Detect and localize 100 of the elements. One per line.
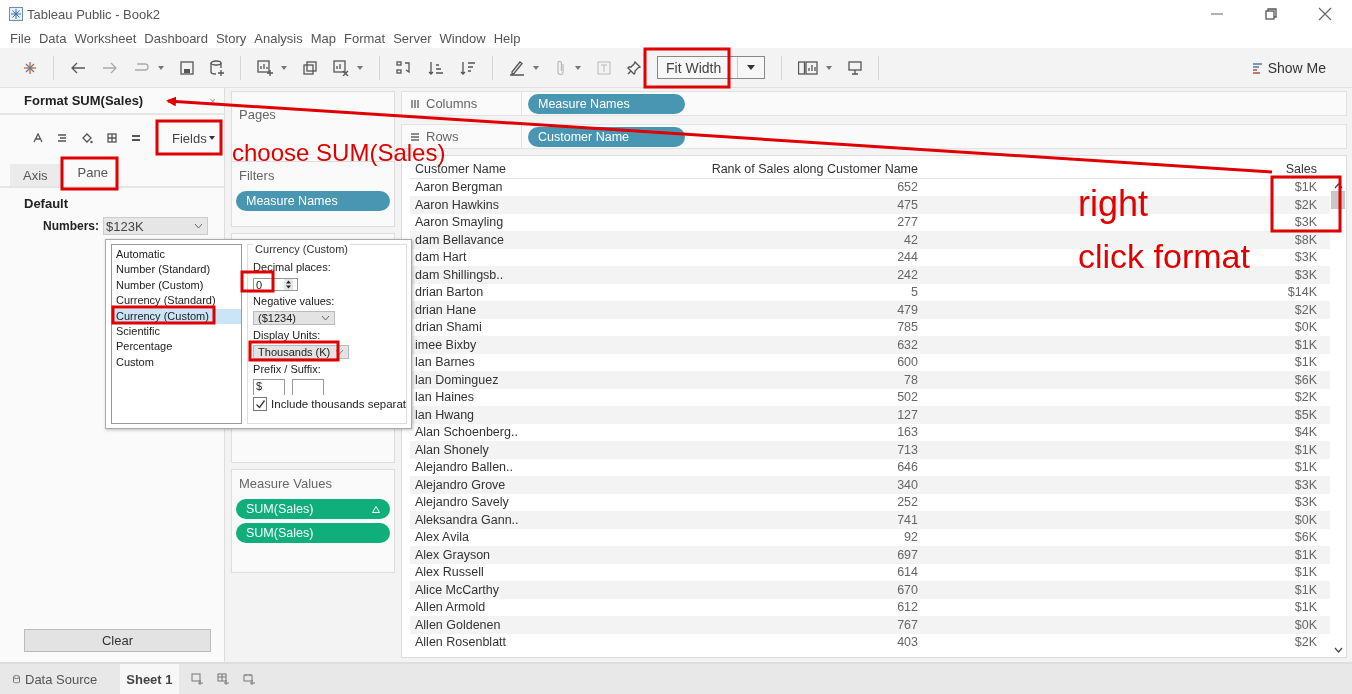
table-cell-text: $3K	[1293, 477, 1317, 492]
table-cell-text: $1K	[1293, 547, 1317, 562]
table-cell-text: imee Bixby	[414, 337, 478, 352]
table-cell-text: $3K	[1293, 215, 1317, 230]
column-header[interactable]: Rank of Sales along Customer Name	[700, 162, 918, 177]
checkbox[interactable]	[253, 397, 268, 411]
save-icon[interactable]	[180, 60, 194, 75]
menu-item[interactable]: Help	[493, 30, 521, 46]
table-cell-text: dam Bellavance	[414, 232, 505, 247]
decimal-places-field[interactable]: 0	[253, 278, 299, 291]
prefix-field[interactable]: $	[253, 379, 286, 395]
menu-item[interactable]: Window	[439, 30, 486, 46]
menu-item[interactable]: File	[10, 30, 31, 46]
format-tab[interactable]: Axis	[10, 164, 61, 186]
new-sheet-icon[interactable]	[190, 673, 203, 685]
new-dashboard-icon[interactable]	[216, 673, 229, 685]
table-cell-text: Alan Shonely	[414, 442, 490, 457]
table-cell-text: $8K	[1293, 232, 1317, 247]
menu-item[interactable]: Map	[310, 30, 336, 46]
spinner-icon	[284, 279, 294, 290]
pin-icon[interactable]	[627, 60, 641, 75]
numbers-dropdown[interactable]: $123K	[103, 217, 208, 235]
borders-icon[interactable]	[107, 133, 117, 143]
table-cell-text: 252	[896, 495, 918, 510]
view-size-dropdown[interactable]: Fit Width	[657, 56, 765, 79]
chevron-down-icon	[335, 349, 345, 355]
caret-icon[interactable]	[357, 65, 363, 70]
table-cell-text: 244	[896, 250, 918, 265]
table-cell-text: 340	[896, 477, 918, 492]
table-cell-text: 767	[896, 617, 918, 632]
paperclip-icon[interactable]	[555, 59, 567, 76]
list-item[interactable]: Currency (Standard)	[112, 293, 242, 309]
rows-icon	[410, 131, 420, 142]
suffix-field[interactable]	[292, 379, 325, 395]
sort-ascending-icon[interactable]	[428, 60, 444, 75]
presentation-chart-icon[interactable]	[798, 60, 818, 75]
table-cell-text: $1K	[1293, 442, 1317, 457]
list-item[interactable]: Number (Standard)	[112, 262, 242, 278]
menu-item[interactable]: Dashboard	[144, 30, 208, 46]
monitor-icon[interactable]	[848, 60, 862, 75]
new-story-icon[interactable]	[242, 673, 255, 685]
list-item[interactable]: Automatic	[112, 247, 242, 263]
shelf-label: Columns	[426, 96, 478, 111]
menu-item[interactable]: Data	[38, 30, 67, 46]
table-cell-text: $1K	[1293, 180, 1317, 195]
highlight-box	[155, 119, 223, 156]
sheet-tab[interactable]: Data Source	[0, 664, 111, 694]
display-units-dropdown[interactable]: Thousands (K)	[253, 345, 350, 359]
table-cell-text: $3K	[1293, 267, 1317, 282]
table-cell-text: Alex Avila	[414, 530, 470, 545]
table-cell-text: $2K	[1293, 302, 1317, 317]
table-cell-text: lan Haines	[414, 390, 476, 405]
caret-icon[interactable]	[533, 65, 539, 70]
clear-sheet-icon[interactable]	[333, 59, 349, 76]
arrow-left-icon[interactable]	[70, 60, 86, 75]
table-cell-text: 92	[903, 530, 918, 545]
table-cell-text: 403	[896, 635, 918, 650]
restore-icon[interactable]	[1264, 7, 1278, 21]
database-add-icon[interactable]	[210, 59, 224, 76]
menu-item[interactable]: Worksheet	[74, 30, 137, 46]
swap-icon[interactable]	[396, 60, 412, 75]
alignment-icon[interactable]	[57, 133, 67, 143]
clear-button[interactable]: Clear	[24, 629, 211, 652]
negative-values-dropdown[interactable]: ($1234)	[253, 311, 336, 325]
menu-item[interactable]: Server	[393, 30, 432, 46]
font-icon[interactable]	[33, 133, 43, 143]
sheet-tab[interactable]: Sheet 1	[120, 664, 179, 694]
table-cell-text: Aaron Smayling	[414, 215, 505, 230]
menu-item[interactable]: Format	[344, 30, 386, 46]
menu-item[interactable]: Story	[215, 30, 247, 46]
shading-icon[interactable]	[81, 132, 93, 144]
new-chart-icon[interactable]	[257, 59, 273, 76]
list-item[interactable]: Percentage	[112, 339, 242, 355]
close-icon[interactable]	[1318, 7, 1332, 21]
table-cell-text: $5K	[1293, 407, 1317, 422]
show-me-button[interactable]: Show Me	[1251, 59, 1326, 76]
table-cell-text: $0K	[1293, 320, 1317, 335]
duplicate-icon[interactable]	[303, 60, 317, 75]
list-item[interactable]: Number (Custom)	[112, 277, 242, 294]
menu-item[interactable]: Analysis	[254, 30, 303, 46]
list-item[interactable]: Scientific	[112, 323, 242, 340]
sort-descending-icon[interactable]	[460, 60, 476, 75]
caret-icon[interactable]	[281, 65, 287, 70]
group-title: Currency (Custom)	[253, 243, 350, 255]
caret-icon[interactable]	[575, 65, 581, 70]
fields-dropdown[interactable]: Fields	[172, 130, 215, 146]
highlight-box	[240, 270, 275, 293]
table-cell-text: $4K	[1293, 425, 1317, 440]
table-cell-text: drian Shami	[414, 320, 483, 335]
caret-icon	[208, 136, 215, 140]
column-header[interactable]: Sales	[1257, 162, 1317, 177]
pen-icon[interactable]	[509, 59, 525, 76]
caret-icon[interactable]	[158, 65, 164, 70]
list-item[interactable]: Custom	[112, 354, 242, 371]
logo-icon[interactable]	[23, 60, 37, 75]
table-cell-text: Allen Goldenen	[414, 617, 502, 632]
table-cell-text: $1K	[1293, 337, 1317, 352]
caret-icon[interactable]	[826, 65, 832, 70]
table-cell-text: 242	[896, 267, 918, 282]
lines-icon[interactable]	[131, 133, 141, 143]
